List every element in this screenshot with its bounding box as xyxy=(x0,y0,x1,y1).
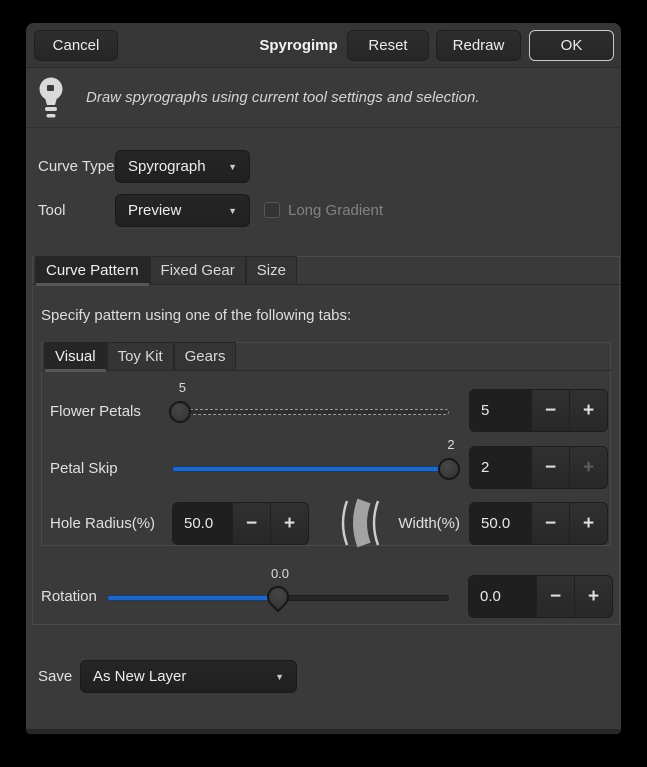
long-gradient-checkbox[interactable] xyxy=(264,202,280,218)
dialog-description: Draw spyrographs using current tool sett… xyxy=(86,89,480,106)
tab-size[interactable]: Size xyxy=(246,256,297,284)
info-bar: Draw spyrographs using current tool sett… xyxy=(26,68,621,128)
hole-radius-label: Hole Radius(%) xyxy=(50,502,155,545)
plus-button[interactable]: + xyxy=(569,390,607,431)
minus-button[interactable]: − xyxy=(531,447,569,488)
headerbar: Cancel Spyrogimp Reset Redraw OK xyxy=(26,23,621,68)
save-dropdown[interactable]: As New Layer ▼ xyxy=(80,660,297,693)
slider-trough[interactable] xyxy=(172,409,449,415)
width-label: Width(%) xyxy=(394,502,460,545)
curve-type-dropdown[interactable]: Spyrograph ▼ xyxy=(115,150,250,183)
redraw-button[interactable]: Redraw xyxy=(436,30,521,61)
rotation-slider[interactable]: 0.0 xyxy=(107,586,449,610)
plus-button[interactable]: + xyxy=(574,576,612,617)
reset-button[interactable]: Reset xyxy=(347,30,429,61)
width-spinbox: 50.0 − + xyxy=(469,502,608,545)
tab-toy-kit[interactable]: Toy Kit xyxy=(107,342,174,370)
chevron-down-icon: ▼ xyxy=(228,206,237,216)
width-entry[interactable]: 50.0 xyxy=(470,503,531,544)
petal-skip-slider-value: 2 xyxy=(438,437,464,452)
tool-dropdown[interactable]: Preview ▼ xyxy=(115,194,250,227)
visual-tabbar: Visual Toy Kit Gears xyxy=(41,342,611,371)
lightbulb-icon xyxy=(36,76,70,120)
flower-petals-slider[interactable]: 5 xyxy=(172,400,449,424)
plus-button[interactable]: + xyxy=(270,503,308,544)
curve-type-value: Spyrograph xyxy=(128,158,206,175)
flower-petals-entry[interactable]: 5 xyxy=(470,390,531,431)
curve-type-label: Curve Type xyxy=(38,150,114,183)
visual-notebook: Visual Toy Kit Gears Flower Petals 5 5 −… xyxy=(41,342,611,546)
hole-radius-spinbox: 50.0 − + xyxy=(172,502,309,545)
rotation-slider-value: 0.0 xyxy=(267,566,293,581)
petal-skip-entry[interactable]: 2 xyxy=(470,447,531,488)
flower-petals-slider-value: 5 xyxy=(169,380,195,395)
pattern-tabbar: Curve Pattern Fixed Gear Size xyxy=(32,256,620,285)
pattern-notebook: Curve Pattern Fixed Gear Size Specify pa… xyxy=(32,256,620,625)
tool-label: Tool xyxy=(38,194,66,227)
chevron-down-icon: ▼ xyxy=(275,672,284,682)
minus-button[interactable]: − xyxy=(531,503,569,544)
save-label: Save xyxy=(38,660,72,693)
slider-handle[interactable] xyxy=(262,581,293,612)
ok-button[interactable]: OK xyxy=(529,30,614,61)
plus-button[interactable]: + xyxy=(569,503,607,544)
flower-petals-spinbox: 5 − + xyxy=(469,389,608,432)
tab-curve-pattern[interactable]: Curve Pattern xyxy=(35,256,150,284)
petal-skip-slider[interactable]: 2 xyxy=(172,457,449,481)
flower-petals-label: Flower Petals xyxy=(50,390,141,433)
hole-position-icon xyxy=(335,498,387,548)
save-value: As New Layer xyxy=(93,668,186,685)
slider-handle[interactable] xyxy=(438,458,460,480)
long-gradient-label: Long Gradient xyxy=(288,194,383,227)
minus-button[interactable]: − xyxy=(531,390,569,431)
rotation-entry[interactable]: 0.0 xyxy=(469,576,536,617)
tab-fixed-gear[interactable]: Fixed Gear xyxy=(150,256,246,284)
tab-gears[interactable]: Gears xyxy=(174,342,237,370)
chevron-down-icon: ▼ xyxy=(228,162,237,172)
tab-visual[interactable]: Visual xyxy=(44,342,107,370)
slider-handle[interactable] xyxy=(169,401,191,423)
tool-value: Preview xyxy=(128,202,181,219)
rotation-spinbox: 0.0 − + xyxy=(468,575,613,618)
minus-button[interactable]: − xyxy=(232,503,270,544)
minus-button[interactable]: − xyxy=(536,576,574,617)
petal-skip-label: Petal Skip xyxy=(50,447,118,490)
slider-fill xyxy=(172,466,449,472)
hole-radius-entry[interactable]: 50.0 xyxy=(173,503,232,544)
petal-skip-spinbox: 2 − + xyxy=(469,446,608,489)
spyrogimp-dialog: Cancel Spyrogimp Reset Redraw OK Draw sp… xyxy=(26,23,621,734)
slider-fill xyxy=(107,595,278,601)
pattern-instruction: Specify pattern using one of the followi… xyxy=(41,307,351,324)
rotation-label: Rotation xyxy=(41,575,97,618)
plus-button: + xyxy=(569,447,607,488)
